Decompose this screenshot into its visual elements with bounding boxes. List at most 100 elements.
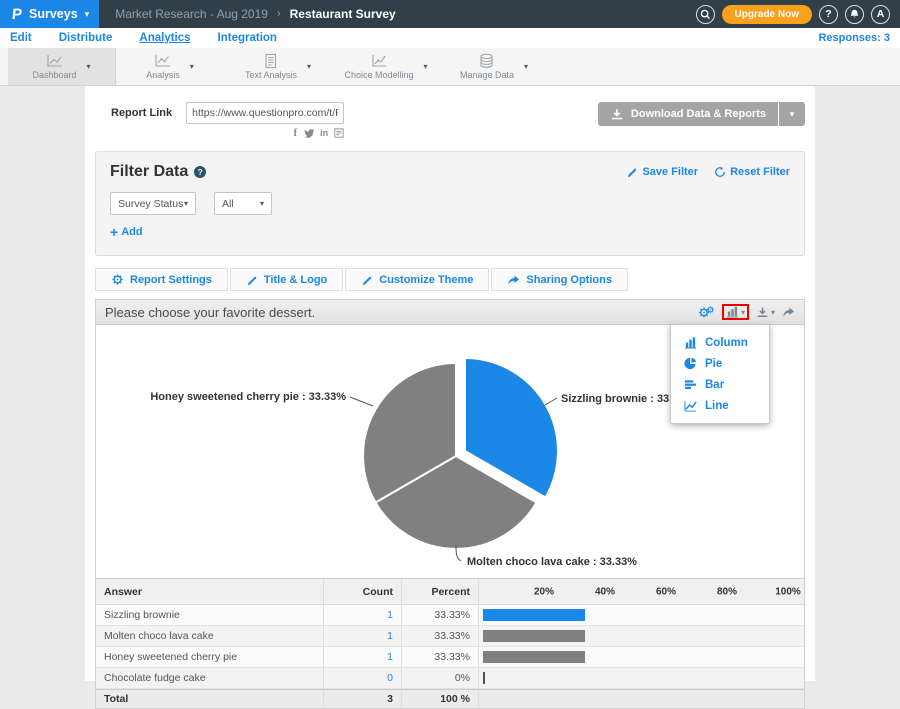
row-percent: 33.33% <box>402 605 479 625</box>
chart-share-button[interactable] <box>782 306 795 318</box>
filter-field-select[interactable]: Survey Status ▾ <box>110 192 196 215</box>
tool-tab-manage-data[interactable]: Manage Data ▾ <box>440 48 548 85</box>
download-options-caret[interactable]: ▾ <box>778 102 805 126</box>
row-count[interactable]: 1 <box>324 605 402 625</box>
chart-type-option-bar[interactable]: Bar <box>671 374 769 395</box>
tool-tab-analysis[interactable]: Analysis ▾ <box>116 48 224 85</box>
linkedin-icon[interactable]: in <box>320 129 328 138</box>
breadcrumb-separator-icon: › <box>277 8 281 20</box>
tool-tab-dashboard[interactable]: Dashboard ▾ <box>8 48 116 85</box>
top-navbar: P Surveys ▾ Market Research - Aug 2019 ›… <box>0 0 900 28</box>
share-arrow-icon <box>782 306 795 318</box>
row-answer: Sizzling brownie <box>96 605 324 625</box>
row-bar <box>483 672 485 684</box>
row-answer: Honey sweetened cherry pie <box>96 647 324 667</box>
save-filter-label: Save Filter <box>642 166 698 178</box>
tab-report-settings[interactable]: Report Settings <box>95 268 228 291</box>
table-row[interactable]: Honey sweetened cherry pie 1 33.33% <box>96 647 804 668</box>
question-mark-glyph: ? <box>198 167 203 177</box>
row-count[interactable]: 1 <box>324 647 402 667</box>
breadcrumb-parent[interactable]: Market Research - Aug 2019 <box>115 7 268 21</box>
row-count[interactable]: 1 <box>324 626 402 646</box>
tool-tab-text-analysis[interactable]: Text Analysis ▾ <box>224 48 332 85</box>
download-split-button: Download Data & Reports ▾ <box>598 102 805 126</box>
chart-toolbar: ▾ ▾ <box>698 304 795 320</box>
report-link-label: Report Link <box>111 102 172 139</box>
menu-item-analytics[interactable]: Analytics <box>139 32 190 44</box>
filter-data-panel: Filter Data ? Save Filter Reset Filter S… <box>95 151 805 256</box>
pencil-icon <box>626 166 638 178</box>
chevron-down-icon: ▾ <box>184 199 188 208</box>
tool-tab-label: Analysis <box>146 70 180 80</box>
total-percent: 100 % <box>402 690 479 708</box>
navbar-actions: Upgrade Now ? A <box>696 5 900 24</box>
row-bar <box>483 630 585 642</box>
question-mark-icon: ? <box>825 8 831 20</box>
results-table: Answer Count Percent 20% 40% 60% 80% 100… <box>96 578 804 708</box>
chart-header: Please choose your favorite dessert. <box>96 300 804 325</box>
chart-type-button[interactable]: ▾ <box>726 306 745 318</box>
brand-menu[interactable]: P Surveys ▾ <box>0 0 99 28</box>
chart-type-option-column[interactable]: Column <box>671 332 769 353</box>
download-data-reports-button[interactable]: Download Data & Reports <box>598 102 778 126</box>
chart-type-option-line[interactable]: Line <box>671 395 769 416</box>
reset-filter-link[interactable]: Reset Filter <box>714 166 790 178</box>
report-link-row: Report Link f in Download Data & Reports… <box>85 86 815 139</box>
facebook-icon[interactable]: f <box>293 128 297 139</box>
chevron-down-icon[interactable]: ▾ <box>190 62 194 71</box>
report-link-input[interactable] <box>186 102 344 124</box>
gears-icon <box>698 305 715 319</box>
row-bar <box>483 651 585 663</box>
breadcrumb-current: Restaurant Survey <box>290 7 396 21</box>
help-button[interactable]: ? <box>819 5 838 24</box>
tab-sharing-options[interactable]: Sharing Options <box>491 268 628 291</box>
filter-help-icon[interactable]: ? <box>194 166 206 178</box>
filter-data-title: Filter Data <box>110 163 188 181</box>
add-filter-link[interactable]: + Add <box>110 224 143 240</box>
search-button[interactable] <box>696 5 715 24</box>
row-answer: Molten choco lava cake <box>96 626 324 646</box>
chart-download-button[interactable]: ▾ <box>756 306 775 318</box>
menu-item-integration[interactable]: Integration <box>218 32 277 44</box>
filter-value-select[interactable]: All ▾ <box>214 192 272 215</box>
menu-item-edit[interactable]: Edit <box>10 32 32 44</box>
pencil-icon <box>246 274 258 286</box>
chart-type-option-pie[interactable]: Pie <box>671 353 769 374</box>
option-label: Column <box>705 337 748 349</box>
avatar[interactable]: A <box>871 5 890 24</box>
chevron-down-icon: ▾ <box>771 308 775 317</box>
total-bar-cell <box>479 690 804 708</box>
breadcrumb: Market Research - Aug 2019 › Restaurant … <box>115 7 395 21</box>
chevron-down-icon[interactable]: ▾ <box>307 62 311 71</box>
table-row[interactable]: Sizzling brownie 1 33.33% <box>96 605 804 626</box>
embed-icon[interactable] <box>334 128 344 138</box>
question-chart-panel: Please choose your favorite dessert. <box>95 299 805 709</box>
tool-tab-label: Manage Data <box>460 70 514 80</box>
dashboard-content: Report Link f in Download Data & Reports… <box>85 86 815 681</box>
notifications-button[interactable] <box>845 5 864 24</box>
questionpro-logo: P <box>11 6 23 23</box>
save-filter-link[interactable]: Save Filter <box>626 166 698 178</box>
chevron-down-icon[interactable]: ▾ <box>524 62 528 71</box>
twitter-icon[interactable] <box>303 128 314 138</box>
chevron-down-icon[interactable]: ▾ <box>424 62 428 71</box>
header-percent: Percent <box>402 579 479 604</box>
main-menu: Edit Distribute Analytics Integration Re… <box>0 28 900 48</box>
tab-label: Title & Logo <box>264 274 327 286</box>
tab-title-logo[interactable]: Title & Logo <box>230 268 343 291</box>
table-row[interactable]: Molten choco lava cake 1 33.33% <box>96 626 804 647</box>
tool-tab-choice-modelling[interactable]: Choice Modelling ▾ <box>332 48 440 85</box>
chart-settings-button[interactable] <box>698 305 715 319</box>
menu-item-distribute[interactable]: Distribute <box>59 32 113 44</box>
chevron-down-icon[interactable]: ▾ <box>87 62 91 71</box>
report-settings-tabs: Report Settings Title & Logo Customize T… <box>95 268 805 291</box>
row-count[interactable]: 0 <box>324 668 402 688</box>
table-row[interactable]: Chocolate fudge cake 0 0% <box>96 668 804 689</box>
analysis-chart-icon <box>153 53 172 69</box>
pencil-icon <box>361 274 373 286</box>
tab-customize-theme[interactable]: Customize Theme <box>345 268 489 291</box>
option-label: Bar <box>705 379 724 391</box>
tool-tab-label: Text Analysis <box>245 70 297 80</box>
upgrade-now-button[interactable]: Upgrade Now <box>722 5 812 24</box>
brand-label: Surveys <box>29 7 78 21</box>
